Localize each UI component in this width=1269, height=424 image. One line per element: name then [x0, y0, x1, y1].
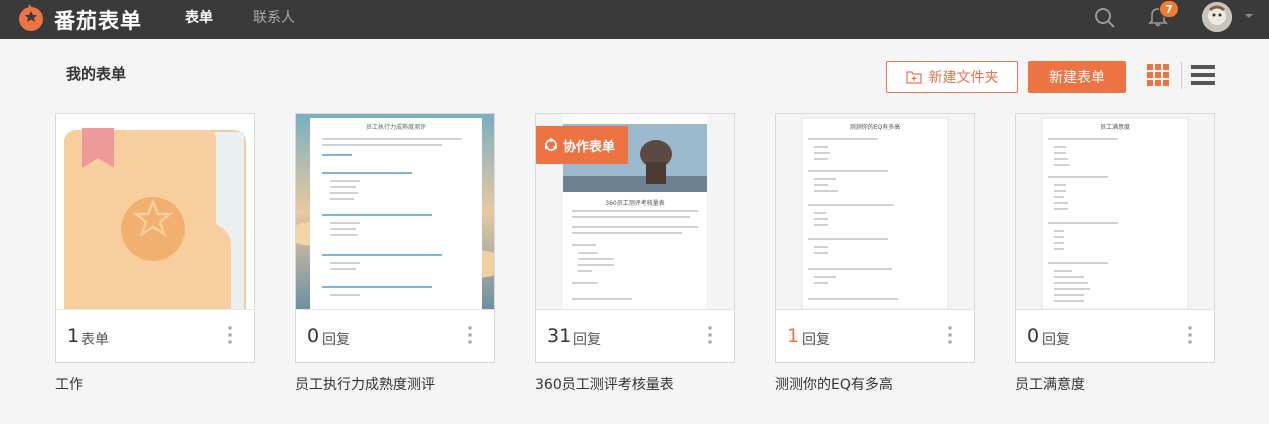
folder-preview	[56, 114, 254, 309]
grid-view-icon[interactable]	[1146, 63, 1170, 87]
card-title[interactable]: 员工满意度	[1015, 374, 1085, 394]
form-card[interactable]: 员工满意度 0 回复	[1015, 113, 1215, 363]
form-preview: 360员工测评考核量表 协作表单	[536, 114, 734, 309]
avatar-image	[1202, 2, 1232, 32]
card-title[interactable]: 测测你的EQ有多高	[775, 374, 893, 394]
reply-unit: 回复	[322, 332, 350, 348]
new-folder-label: 新建文件夹	[928, 70, 999, 86]
folder-card[interactable]: 1 表单	[55, 113, 255, 363]
nav-forms[interactable]: 表单	[185, 7, 213, 27]
more-options-icon[interactable]	[1188, 326, 1192, 344]
list-view-icon[interactable]	[1191, 63, 1215, 87]
chevron-down-icon[interactable]	[1244, 11, 1254, 21]
more-options-icon[interactable]	[228, 326, 232, 344]
avatar[interactable]	[1202, 2, 1232, 32]
item-unit: 表单	[81, 332, 109, 348]
more-options-icon[interactable]	[468, 326, 472, 344]
page-title: 我的表单	[66, 65, 127, 83]
card-title[interactable]: 工作	[55, 374, 83, 394]
preview-title: 360员工测评考核量表	[605, 200, 665, 207]
card-title[interactable]: 360员工测评考核量表	[535, 374, 674, 394]
notification-badge[interactable]: 7	[1159, 0, 1179, 18]
brand-name[interactable]: 番茄表单	[54, 5, 142, 35]
folder-plus-icon	[905, 71, 922, 84]
more-options-icon[interactable]	[708, 326, 712, 344]
form-thumbnail	[1016, 114, 1214, 309]
nav-contacts[interactable]: 联系人	[253, 7, 295, 27]
search-icon[interactable]	[1093, 6, 1117, 30]
card-footer: 1 表单	[56, 309, 254, 362]
reply-count: 0	[1027, 325, 1040, 347]
preview-title: 测测你的EQ有多高	[849, 124, 901, 131]
collab-icon	[544, 138, 558, 151]
folder-icon	[64, 128, 246, 309]
view-divider	[1181, 62, 1182, 89]
card-footer: 0 回复	[1016, 309, 1214, 362]
new-folder-button[interactable]: 新建文件夹	[886, 61, 1018, 93]
new-form-button[interactable]: 新建表单	[1028, 61, 1126, 93]
item-count: 1	[67, 325, 80, 347]
reply-unit: 回复	[573, 332, 601, 348]
collab-label: 协作表单	[563, 139, 616, 155]
form-thumbnail	[776, 114, 974, 309]
preview-title: 员工执行力成熟度测评	[365, 124, 426, 131]
card-footer: 31 回复	[536, 309, 734, 362]
collab-ribbon: 协作表单	[536, 126, 628, 164]
form-card[interactable]: 测测你的EQ有多高 1 回复	[775, 113, 975, 363]
form-preview: 员工执行力成熟度测评	[296, 114, 494, 309]
top-bar: 番茄表单 表单 联系人 7	[0, 0, 1269, 39]
reply-unit: 回复	[802, 332, 830, 348]
reply-count: 1	[787, 325, 800, 347]
more-options-icon[interactable]	[948, 326, 952, 344]
tomato-logo-icon[interactable]	[16, 2, 46, 32]
form-card[interactable]: 360员工测评考核量表 协作表单 31 回复	[535, 113, 735, 363]
reply-unit: 回复	[1042, 332, 1070, 348]
preview-title: 员工满意度	[1099, 124, 1130, 131]
reply-count: 0	[307, 325, 320, 347]
card-title[interactable]: 员工执行力成熟度测评	[295, 374, 435, 394]
card-footer: 1 回复	[776, 309, 974, 362]
form-card[interactable]: 员工执行力成熟度测评 0 回复	[295, 113, 495, 363]
card-footer: 0 回复	[296, 309, 494, 362]
form-preview: 测测你的EQ有多高	[776, 114, 974, 309]
reply-count: 31	[547, 325, 572, 347]
form-preview: 员工满意度	[1016, 114, 1214, 309]
